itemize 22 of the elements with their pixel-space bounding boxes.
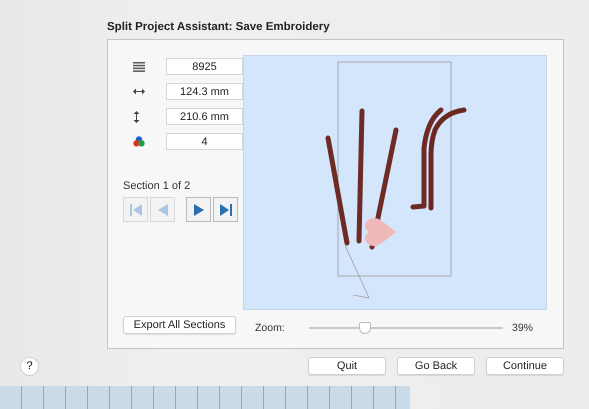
window-title: Split Project Assistant: Save Embroidery	[106, 20, 331, 34]
last-section-button[interactable]	[213, 197, 238, 222]
vertical-arrows-icon	[133, 110, 140, 122]
dialog-button[interactable]: Quit	[308, 357, 386, 375]
stat-field[interactable]: 8925	[166, 58, 243, 75]
stitch-count-icon	[133, 62, 145, 72]
zoom-percentage: 39%	[512, 322, 533, 334]
dialog-button[interactable]: Go Back	[397, 357, 475, 375]
stat-field[interactable]: 124.3 mm	[166, 83, 243, 100]
zoom-label: Zoom:	[255, 322, 286, 334]
help-button[interactable]: ?	[20, 356, 39, 376]
horizontal-arrows-icon	[133, 88, 145, 95]
export-all-sections-button[interactable]: Export All Sections	[123, 316, 236, 334]
skip-to-end-icon	[218, 202, 234, 216]
dialog-button[interactable]: Continue	[486, 357, 564, 375]
skip-to-start-icon	[128, 202, 144, 216]
section-label: Section 1 of 2	[123, 180, 192, 192]
stat-field[interactable]: 210.6 mm	[166, 108, 243, 125]
stat-field[interactable]: 4	[166, 133, 243, 150]
zoom-slider-thumb[interactable]	[359, 322, 372, 334]
color-dots-icon	[133, 136, 145, 147]
next-section-button[interactable]	[186, 197, 211, 222]
